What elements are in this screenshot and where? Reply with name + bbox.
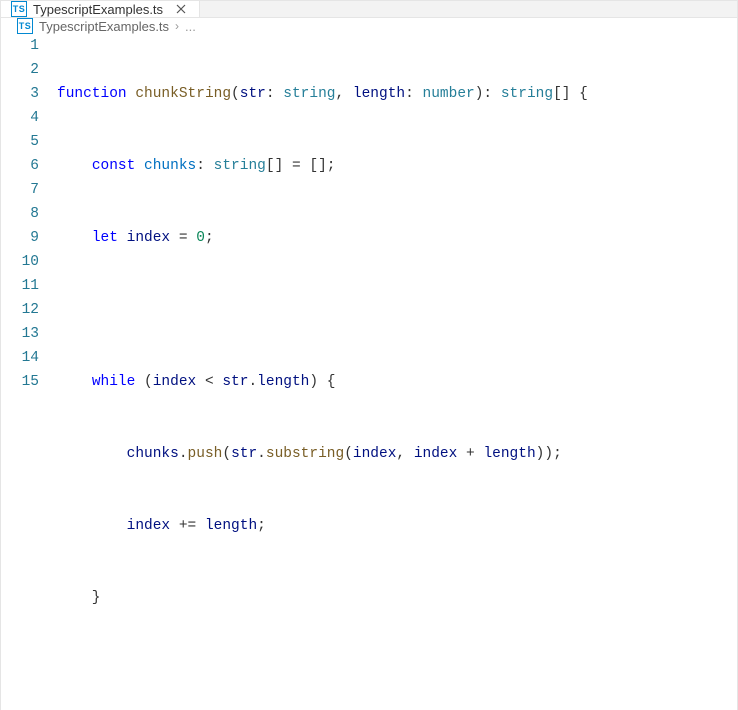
code-line — [57, 658, 737, 682]
tab-title: TypescriptExamples.ts — [33, 2, 163, 17]
line-number: 3 — [13, 82, 39, 106]
tab-bar: TS TypescriptExamples.ts — [1, 1, 737, 18]
code-line: chunks.push(str.substring(index, index +… — [57, 442, 737, 466]
chevron-right-icon: › — [175, 19, 179, 33]
line-number: 10 — [13, 250, 39, 274]
code-line — [57, 298, 737, 322]
code-line: const chunks: string[] = []; — [57, 154, 737, 178]
code-line: function chunkString(str: string, length… — [57, 82, 737, 106]
line-number: 9 — [13, 226, 39, 250]
code-line: let index = 0; — [57, 226, 737, 250]
typescript-icon: TS — [17, 18, 33, 34]
close-icon[interactable] — [173, 1, 189, 17]
tab-active[interactable]: TS TypescriptExamples.ts — [1, 1, 200, 17]
line-number: 12 — [13, 298, 39, 322]
line-number: 2 — [13, 58, 39, 82]
line-number: 15 — [13, 370, 39, 394]
line-number: 7 — [13, 178, 39, 202]
editor-window: TS TypescriptExamples.ts TS TypescriptEx… — [0, 0, 738, 710]
code-line: index += length; — [57, 514, 737, 538]
breadcrumb-ellipsis: ... — [185, 19, 196, 34]
typescript-icon: TS — [11, 1, 27, 17]
line-number: 6 — [13, 154, 39, 178]
line-number: 5 — [13, 130, 39, 154]
line-number: 14 — [13, 346, 39, 370]
breadcrumb[interactable]: TS TypescriptExamples.ts › ... — [1, 18, 737, 34]
breadcrumb-file: TypescriptExamples.ts — [39, 19, 169, 34]
code-line: while (index < str.length) { — [57, 370, 737, 394]
line-gutter: 1 2 3 4 5 6 7 8 9 10 11 12 13 14 15 — [13, 34, 57, 710]
code-editor[interactable]: 1 2 3 4 5 6 7 8 9 10 11 12 13 14 15 func… — [1, 34, 737, 710]
line-number: 8 — [13, 202, 39, 226]
code-line: } — [57, 586, 737, 610]
code-content[interactable]: function chunkString(str: string, length… — [57, 34, 737, 710]
line-number: 4 — [13, 106, 39, 130]
line-number: 1 — [13, 34, 39, 58]
line-number: 13 — [13, 322, 39, 346]
line-number: 11 — [13, 274, 39, 298]
